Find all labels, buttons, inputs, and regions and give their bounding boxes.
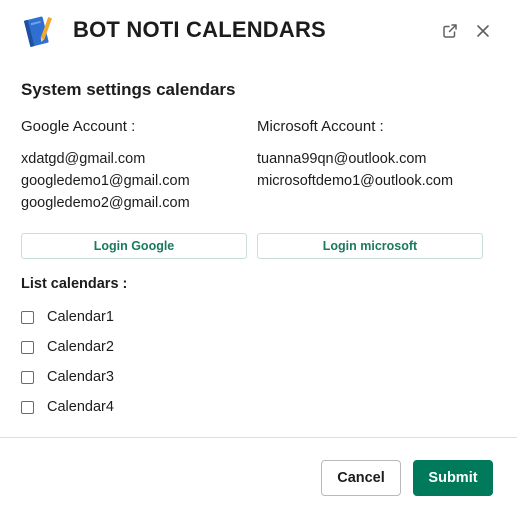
submit-button[interactable]: Submit — [413, 460, 493, 496]
calendar-checkbox[interactable] — [21, 340, 34, 354]
footer-divider — [0, 437, 517, 438]
login-microsoft-button[interactable]: Login microsoft — [257, 233, 483, 259]
list-item: Calendar1 — [21, 302, 114, 332]
calendar-label: Calendar4 — [47, 399, 114, 415]
close-icon[interactable] — [470, 18, 496, 44]
microsoft-account-email: microsoftdemo1@outlook.com — [257, 173, 454, 189]
list-calendars-title: List calendars : — [21, 276, 128, 292]
list-item: Calendar2 — [21, 332, 114, 362]
calendar-label: Calendar2 — [47, 339, 114, 355]
section-title: System settings calendars — [21, 80, 236, 99]
google-account-column: Google Account : xdatgd@gmail.com google… — [21, 117, 251, 214]
google-account-label: Google Account : — [21, 118, 136, 135]
google-account-email: xdatgd@gmail.com — [21, 151, 146, 167]
calendar-checkbox[interactable] — [21, 400, 34, 414]
cancel-button[interactable]: Cancel — [321, 460, 401, 496]
microsoft-account-email: tuanna99qn@outlook.com — [257, 151, 427, 167]
google-account-list: xdatgd@gmail.com googledemo1@gmail.com g… — [21, 148, 251, 214]
google-account-email: googledemo1@gmail.com — [21, 173, 190, 189]
calendar-settings-modal: BOT NOTI CALENDARS System settings calen… — [0, 0, 517, 514]
calendar-label: Calendar3 — [47, 369, 114, 385]
calendar-checkbox[interactable] — [21, 370, 34, 384]
list-item: Calendar3 — [21, 362, 114, 392]
external-link-icon[interactable] — [437, 18, 463, 44]
microsoft-account-list: tuanna99qn@outlook.com microsoftdemo1@ou… — [257, 148, 487, 192]
google-account-email: googledemo2@gmail.com — [21, 195, 190, 211]
modal-title: BOT NOTI CALENDARS — [73, 17, 326, 42]
microsoft-account-label: Microsoft Account : — [257, 118, 384, 135]
calendar-list: Calendar1 Calendar2 Calendar3 Calendar4 — [21, 302, 114, 422]
list-item: Calendar4 — [21, 392, 114, 422]
calendar-label: Calendar1 — [47, 309, 114, 325]
login-google-button[interactable]: Login Google — [21, 233, 247, 259]
modal-header: BOT NOTI CALENDARS — [0, 0, 517, 62]
microsoft-account-column: Microsoft Account : tuanna99qn@outlook.c… — [257, 117, 487, 192]
calendar-checkbox[interactable] — [21, 310, 34, 324]
notebook-icon — [22, 15, 52, 49]
